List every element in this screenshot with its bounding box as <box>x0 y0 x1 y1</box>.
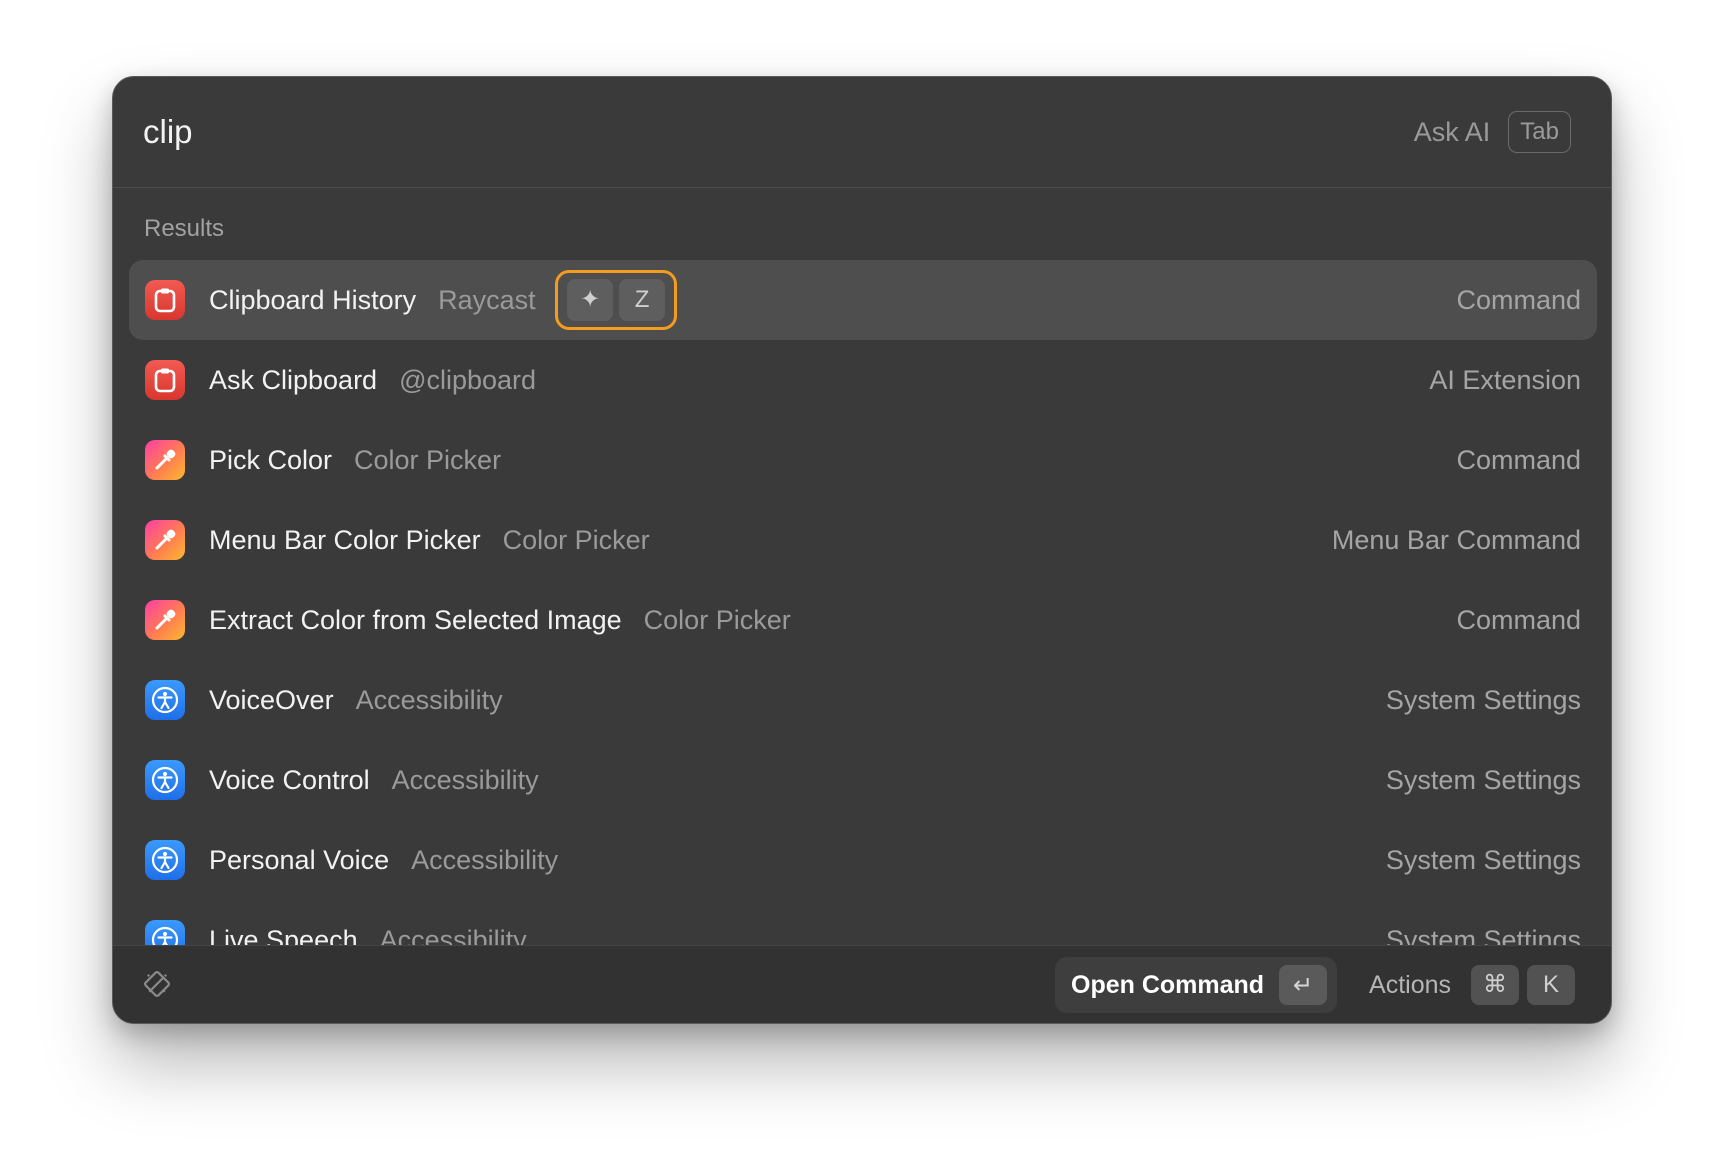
results-list: Clipboard History Raycast ✦ Z Command Ask… <box>129 260 1597 1020</box>
list-item-pick-color[interactable]: Pick Color Color Picker Command <box>129 420 1597 500</box>
list-item-ask-clipboard[interactable]: Ask Clipboard @clipboard AI Extension <box>129 340 1597 420</box>
list-item-extract-color[interactable]: Extract Color from Selected Image Color P… <box>129 580 1597 660</box>
list-item-subtitle: Color Picker <box>354 445 502 475</box>
open-command-label: Open Command <box>1071 970 1265 999</box>
list-item-subtitle: Accessibility <box>355 685 503 715</box>
action-bar: Open Command ↵ Actions ⌘ K <box>113 945 1611 1023</box>
tab-key-hint: Tab <box>1508 111 1571 153</box>
results-section-title: Results <box>144 215 225 242</box>
eyedropper-icon <box>145 440 185 480</box>
list-item-subtitle: Color Picker <box>643 605 791 635</box>
raycast-logo-icon[interactable] <box>137 964 177 1004</box>
actions-button[interactable]: Actions ⌘ K <box>1369 957 1575 1013</box>
list-item-type: System Settings <box>1385 685 1581 715</box>
list-item-clipboard-history[interactable]: Clipboard History Raycast ✦ Z Command <box>129 260 1597 340</box>
list-item-title: Pick Color <box>209 445 333 475</box>
list-item-title: Menu Bar Color Picker <box>209 525 481 555</box>
list-item-type: Command <box>1456 605 1581 635</box>
list-item-type: Command <box>1456 285 1581 315</box>
list-item-title: Voice Control <box>209 765 370 795</box>
list-item-title: Extract Color from Selected Image <box>209 605 622 635</box>
ask-ai-button[interactable]: Ask AI Tab <box>1414 111 1571 153</box>
list-item-subtitle: Raycast <box>438 285 536 315</box>
eyedropper-icon <box>145 600 185 640</box>
list-item-personal-voice[interactable]: Personal Voice Accessibility System Setti… <box>129 820 1597 900</box>
list-item-subtitle: Color Picker <box>502 525 650 555</box>
list-item-type: Command <box>1456 445 1581 475</box>
list-item-title: Personal Voice <box>209 845 390 875</box>
list-item-subtitle: @clipboard <box>399 365 537 395</box>
return-key-icon: ↵ <box>1279 965 1327 1005</box>
k-key: K <box>1527 965 1575 1005</box>
command-key-icon: ⌘ <box>1471 965 1519 1005</box>
accessibility-icon <box>145 760 185 800</box>
raycast-window: Ask AI Tab Results Clipboard History Rayc… <box>112 76 1612 1024</box>
clipboard-icon <box>145 280 185 320</box>
list-item-subtitle: Accessibility <box>411 845 559 875</box>
list-item-menu-bar-color-picker[interactable]: Menu Bar Color Picker Color Picker Menu B… <box>129 500 1597 580</box>
list-item-type: Menu Bar Command <box>1331 525 1581 555</box>
actions-label: Actions <box>1369 970 1451 999</box>
list-item-type: System Settings <box>1385 845 1581 875</box>
list-item-voiceover[interactable]: VoiceOver Accessibility System Settings <box>129 660 1597 740</box>
z-key: Z <box>619 278 666 321</box>
list-item-type: System Settings <box>1385 765 1581 795</box>
list-item-title: Clipboard History <box>209 285 417 315</box>
accessibility-icon <box>145 680 185 720</box>
list-item-voice-control[interactable]: Voice Control Accessibility System Settin… <box>129 740 1597 820</box>
hyper-key: ✦ <box>567 278 614 321</box>
open-command-button[interactable]: Open Command ↵ <box>1055 957 1337 1013</box>
list-item-subtitle: Accessibility <box>391 765 539 795</box>
ask-ai-label: Ask AI <box>1413 116 1491 147</box>
search-bar: Ask AI Tab <box>113 77 1611 188</box>
clipboard-icon <box>145 360 185 400</box>
accessibility-icon <box>145 840 185 880</box>
list-item-title: VoiceOver <box>209 685 334 715</box>
eyedropper-icon <box>145 520 185 560</box>
hotkey-badge: ✦ Z <box>555 269 678 330</box>
search-input[interactable] <box>143 105 1243 159</box>
list-item-type: AI Extension <box>1429 365 1581 395</box>
list-item-title: Ask Clipboard <box>209 365 378 395</box>
